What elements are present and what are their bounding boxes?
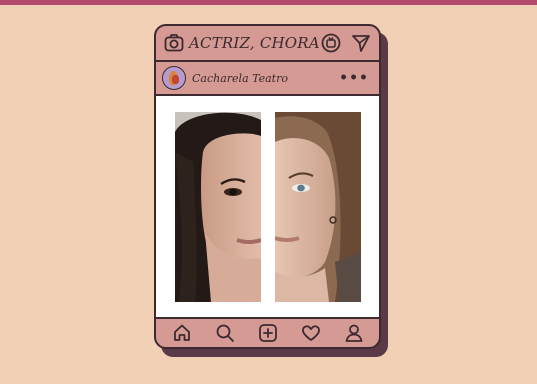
post-profile-row: Cacharela Teatro ••• <box>156 62 379 96</box>
more-options-icon[interactable]: ••• <box>339 70 369 86</box>
home-icon[interactable] <box>172 323 192 343</box>
account-name[interactable]: Cacharela Teatro <box>192 72 288 85</box>
search-icon[interactable] <box>215 323 235 343</box>
camera-icon[interactable] <box>164 34 184 52</box>
app-title: ACTRIZ, CHORA <box>189 34 320 52</box>
top-accent-bar <box>0 0 537 5</box>
post-header: ACTRIZ, CHORA <box>156 26 379 62</box>
post-image-area <box>156 96 379 319</box>
heart-icon[interactable] <box>301 323 321 343</box>
bottom-nav <box>156 319 379 347</box>
send-icon[interactable] <box>351 33 371 53</box>
igtv-icon[interactable] <box>321 33 341 53</box>
avatar[interactable] <box>162 66 186 90</box>
photo-left <box>175 112 261 302</box>
profile-icon[interactable] <box>344 323 364 343</box>
instagram-post-card: ACTRIZ, CHORA Cacharela Teatro ••• <box>154 24 381 349</box>
photo-right <box>275 112 361 302</box>
add-icon[interactable] <box>258 323 278 343</box>
